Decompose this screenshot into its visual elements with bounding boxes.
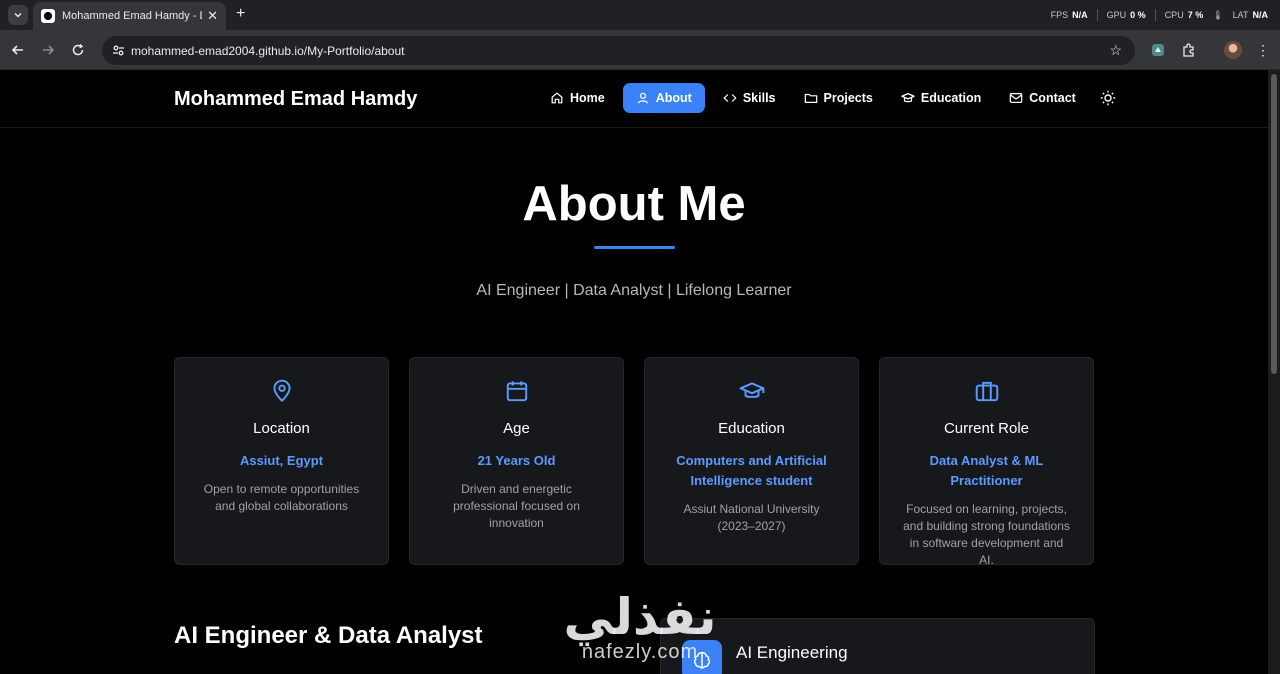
card-highlight: Assiut, Egypt (239, 453, 324, 468)
nav-skills[interactable]: Skills (713, 83, 786, 113)
page-title: About Me (522, 177, 746, 231)
browser-menu-icon[interactable]: ⋮ (1254, 41, 1272, 59)
gpu-stat: GPU 0 % (1106, 10, 1146, 20)
site-favicon-icon (41, 9, 55, 23)
card-description: Driven and energetic professional focuse… (453, 482, 580, 530)
home-icon (551, 92, 563, 104)
map-pin-icon (272, 379, 291, 403)
skill-card-title: AI Engineering (736, 643, 848, 662)
nafezly-watermark: نفذلي nafezly.com (560, 590, 720, 664)
card-description: Assiut National University (2023–2027) (683, 502, 820, 533)
new-tab-button[interactable]: + (236, 5, 245, 23)
bookmark-star-icon[interactable]: ☆ (1109, 42, 1122, 59)
graduation-cap-icon (901, 93, 915, 103)
theme-toggle-button[interactable] (1098, 88, 1118, 108)
title-underline (594, 246, 675, 249)
briefcase-icon (975, 381, 998, 402)
url-text[interactable]: mohammed-emad2004.github.io/My-Portfolio… (131, 44, 404, 58)
browser-tab[interactable]: Mohammed Emad Hamdy - Da ✕ (33, 2, 226, 30)
card-location: Location Assiut, Egypt Open to remote op… (174, 357, 389, 565)
site-navbar: Mohammed Emad Hamdy Home About Skills Pr… (0, 70, 1268, 128)
section-title: AI Engineer & Data Analyst (174, 622, 483, 649)
nav-home[interactable]: Home (540, 83, 615, 113)
watermark-arabic: نفذلي (563, 588, 717, 646)
card-highlight: Computers and Artificial Intelligence st… (676, 453, 827, 488)
scrollbar-thumb[interactable] (1271, 74, 1277, 374)
browser-tab-bar: Mohammed Emad Hamdy - Da ✕ + FPS N/A GPU 0… (0, 0, 1280, 30)
back-button[interactable] (9, 41, 27, 59)
site-info-icon[interactable] (110, 43, 126, 59)
chevron-down-icon (14, 12, 22, 18)
tab-title: Mohammed Emad Hamdy - Da (62, 10, 202, 22)
card-highlight: 21 Years Old (477, 453, 556, 468)
card-title: Age (503, 420, 530, 437)
sun-icon (1100, 90, 1116, 106)
forward-button[interactable] (39, 41, 57, 59)
nav-contact[interactable]: Contact (999, 83, 1086, 113)
site-nav: Home About Skills Projects Education Con… (540, 83, 1118, 113)
thermometer-icon: 🌡︎ (1212, 9, 1224, 20)
card-title: Current Role (943, 420, 1030, 437)
card-current-role: Current Role Data Analyst & ML Practitio… (879, 357, 1094, 567)
cpu-stat: CPU 7 % (1164, 10, 1204, 20)
graduation-cap-icon (739, 382, 764, 398)
browser-toolbar: mohammed-emad2004.github.io/My-Portfolio… (0, 30, 1280, 70)
extension-icon[interactable] (1149, 41, 1167, 59)
profile-avatar[interactable] (1224, 41, 1242, 59)
reload-button[interactable] (69, 41, 87, 59)
extensions-puzzle-icon[interactable] (1179, 41, 1197, 59)
calendar-icon (506, 381, 527, 402)
tab-close-icon[interactable]: ✕ (207, 8, 218, 24)
user-icon (637, 92, 648, 104)
portfolio-page: Mohammed Emad Hamdy Home About Skills Pr… (0, 70, 1268, 674)
fps-stat: FPS N/A (1050, 10, 1088, 20)
card-age: Age 21 Years Old Driven and energetic pr… (409, 357, 624, 565)
card-title: Education (718, 420, 785, 437)
card-description: Open to remote opportunities and global … (203, 482, 360, 513)
folder-icon (804, 93, 817, 103)
arrow-right-icon (43, 45, 55, 55)
card-highlight: Data Analyst & ML Practitioner (929, 453, 1044, 488)
nav-education[interactable]: Education (891, 83, 991, 113)
nav-projects[interactable]: Projects (794, 83, 883, 113)
page-subtitle: AI Engineer | Data Analyst | Lifelong Le… (476, 282, 792, 299)
lat-stat: LAT N/A (1232, 10, 1268, 20)
site-brand[interactable]: Mohammed Emad Hamdy (174, 88, 417, 111)
page-scrollbar[interactable] (1268, 70, 1280, 674)
card-education: Education Computers and Artificial Intel… (644, 357, 859, 565)
arrow-left-icon (11, 45, 23, 55)
mail-icon (1009, 93, 1023, 103)
code-icon (723, 94, 737, 102)
tab-search-button[interactable] (8, 5, 28, 25)
card-title: Location (253, 420, 310, 437)
performance-stats: FPS N/A GPU 0 % CPU 7 % 🌡︎ LAT N/A (1051, 9, 1268, 21)
info-cards: Location Assiut, Egypt Open to remote op… (174, 357, 1094, 567)
watermark-latin: nafezly.com (581, 641, 699, 663)
card-description: Focused on learning, projects, and build… (903, 502, 1070, 567)
reload-icon (72, 43, 84, 56)
skill-card-ai-engineering: AI Engineering (660, 618, 1095, 674)
address-bar[interactable]: mohammed-emad2004.github.io/My-Portfolio… (102, 36, 1135, 65)
nav-about[interactable]: About (622, 83, 705, 113)
